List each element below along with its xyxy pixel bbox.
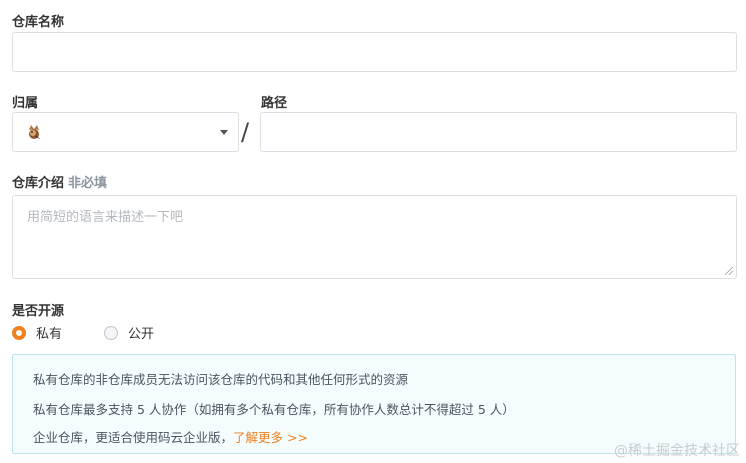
notice-line-1: 私有仓库的非仓库成员无法访问该仓库的代码和其他任何形式的资源 — [33, 372, 409, 387]
notice-line-2: 私有仓库最多支持 5 人协作（如拥有多个私有仓库，所有协作人数总计不得超过 5 … — [33, 402, 515, 417]
resize-handle-icon[interactable] — [725, 267, 733, 275]
repo-name-input[interactable] — [13, 33, 736, 71]
fox-avatar-icon — [29, 125, 40, 139]
path-field-wrapper — [260, 112, 737, 152]
radio-private-label: 私有 — [36, 327, 63, 342]
notice-line-3-text: 企业仓库，更适合使用码云企业版， — [33, 430, 234, 445]
path-input[interactable] — [261, 113, 736, 151]
private-repo-notice: 私有仓库的非仓库成员无法访问该仓库的代码和其他任何形式的资源 私有仓库最多支持 … — [12, 354, 736, 454]
radio-private[interactable]: 私有 — [12, 323, 62, 342]
repo-name-field-wrapper — [12, 32, 737, 72]
description-label: 仓库介绍 非必填 — [12, 172, 107, 191]
learn-more-link[interactable]: 了解更多 >> — [233, 430, 308, 445]
notice-line-3: 企业仓库，更适合使用码云企业版，了解更多 >> — [33, 427, 308, 446]
description-textarea[interactable] — [13, 196, 736, 278]
owner-select[interactable] — [12, 112, 239, 152]
owner-label: 归属 — [12, 96, 39, 111]
radio-selected-icon — [12, 325, 26, 340]
path-separator: / — [241, 118, 250, 146]
radio-public[interactable]: 公开 — [104, 323, 154, 342]
radio-unselected-icon — [104, 325, 118, 340]
description-label-text: 仓库介绍 — [12, 176, 65, 191]
path-label: 路径 — [261, 96, 288, 111]
description-field-wrapper — [12, 195, 737, 279]
chevron-down-icon — [220, 130, 228, 135]
watermark: @稀土掘金技术社区 — [614, 443, 740, 459]
visibility-label: 是否开源 — [12, 304, 65, 319]
radio-public-label: 公开 — [128, 327, 155, 342]
optional-tag: 非必填 — [68, 176, 108, 191]
repo-name-label: 仓库名称 — [12, 15, 65, 30]
